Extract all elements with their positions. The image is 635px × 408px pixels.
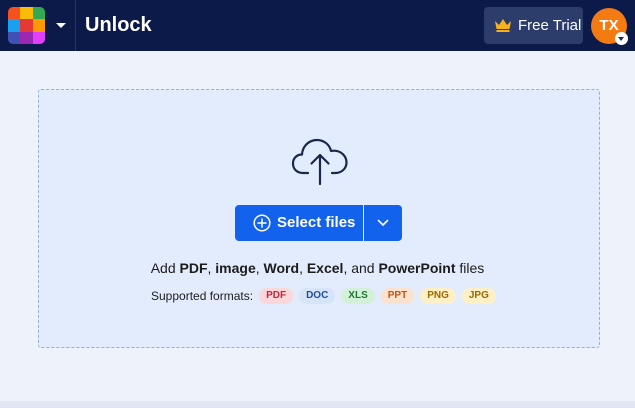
select-source-dropdown-button[interactable] (364, 205, 402, 241)
text-segment: , (299, 260, 307, 276)
logo-cell (20, 7, 33, 20)
format-badge-png: PNG (420, 288, 456, 304)
chevron-down-icon (615, 32, 628, 45)
text-segment: Excel (306, 260, 344, 276)
format-badge-xls: XLS (341, 288, 375, 304)
format-badge-ppt: PPT (380, 288, 415, 304)
text-segment: PowerPoint (378, 260, 456, 276)
chevron-down-icon (377, 219, 389, 226)
supported-files-description: Add PDF, image, Word, Excel, and PowerPo… (0, 260, 635, 277)
format-badge-pdf: PDF (259, 288, 294, 304)
top-header: Unlock Free Trial TX (0, 0, 635, 51)
logo-cell (32, 31, 45, 44)
format-badge-doc: DOC (299, 288, 336, 304)
free-trial-button[interactable]: Free Trial (484, 7, 583, 44)
supported-formats: Supported formats: PDF DOC XLS PPT PNG J… (151, 288, 502, 304)
text-segment: PDF (179, 260, 208, 276)
chevron-down-icon (56, 23, 66, 28)
text-segment: files (455, 260, 485, 276)
logo-cell (32, 7, 45, 20)
logo-cell (8, 7, 21, 20)
avatar-initials: TX (599, 17, 619, 34)
page-title: Unlock (85, 14, 152, 36)
free-trial-label: Free Trial (518, 17, 582, 34)
select-files-button[interactable]: Select files (235, 205, 363, 241)
supported-formats-label: Supported formats: (151, 289, 254, 303)
text-segment: image (215, 260, 256, 276)
select-files-label: Select files (277, 214, 356, 231)
logo-cell (20, 19, 33, 32)
text-segment: , and (343, 260, 379, 276)
user-avatar[interactable]: TX (591, 8, 628, 45)
text-segment: Word (263, 260, 300, 276)
logo-cell (8, 31, 21, 44)
logo-cell (20, 31, 33, 44)
plus-circle-icon (253, 214, 271, 232)
text-segment: , (255, 260, 264, 276)
cloud-upload-icon (291, 138, 348, 186)
format-badge-jpg: JPG (461, 288, 496, 304)
logo-cell (32, 19, 45, 32)
app-logo-icon (8, 7, 45, 44)
text-segment: Add (150, 260, 180, 276)
logo-cell (8, 19, 21, 32)
app-switcher-button[interactable] (0, 0, 76, 51)
bottom-divider (0, 401, 635, 408)
crown-icon (495, 19, 511, 32)
